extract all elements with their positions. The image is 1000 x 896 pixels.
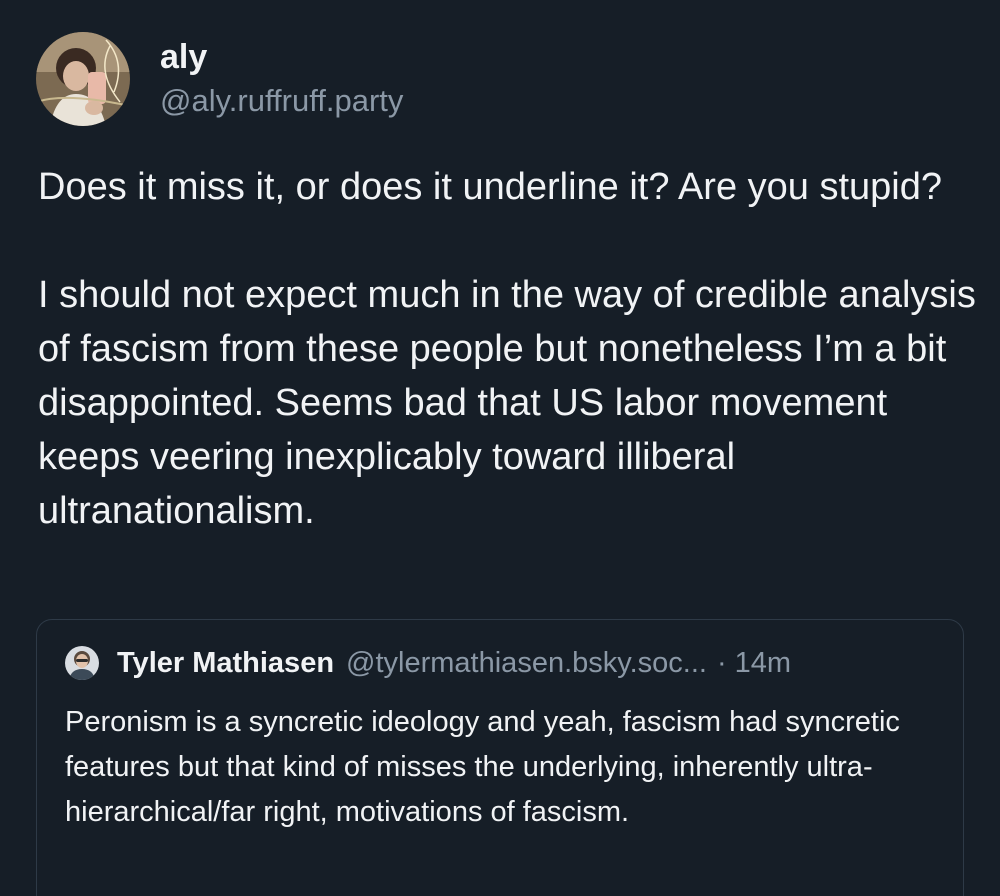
- post-paragraph: Does it miss it, or does it underline it…: [38, 166, 943, 208]
- quoted-author-avatar[interactable]: [65, 646, 99, 680]
- post: aly @aly.ruffruff.party Does it miss it,…: [0, 0, 1000, 896]
- profile-photo-avatar-icon: [36, 32, 130, 126]
- post-paragraph: I should not expect much in the way of c…: [38, 274, 976, 532]
- quoted-post-timestamp[interactable]: 14m: [735, 647, 791, 680]
- post-author[interactable]: aly @aly.ruffruff.party: [36, 32, 403, 126]
- author-display-name[interactable]: aly: [160, 35, 403, 79]
- profile-photo-avatar-icon: [65, 646, 99, 680]
- quoted-post-card[interactable]: Tyler Mathiasen @tylermathiasen.bsky.soc…: [36, 619, 964, 896]
- quoted-author-handle[interactable]: @tylermathiasen.bsky.soc...: [346, 647, 707, 680]
- author-handle[interactable]: @aly.ruffruff.party: [160, 79, 403, 123]
- quoted-post-header: Tyler Mathiasen @tylermathiasen.bsky.soc…: [65, 646, 791, 680]
- author-avatar[interactable]: [36, 32, 130, 126]
- post-body: Does it miss it, or does it underline it…: [38, 160, 978, 538]
- quoted-post-text: Peronism is a syncretic ideology and yea…: [65, 706, 900, 828]
- quoted-author-display-name[interactable]: Tyler Mathiasen: [117, 647, 334, 680]
- timestamp-separator: ·: [716, 646, 727, 679]
